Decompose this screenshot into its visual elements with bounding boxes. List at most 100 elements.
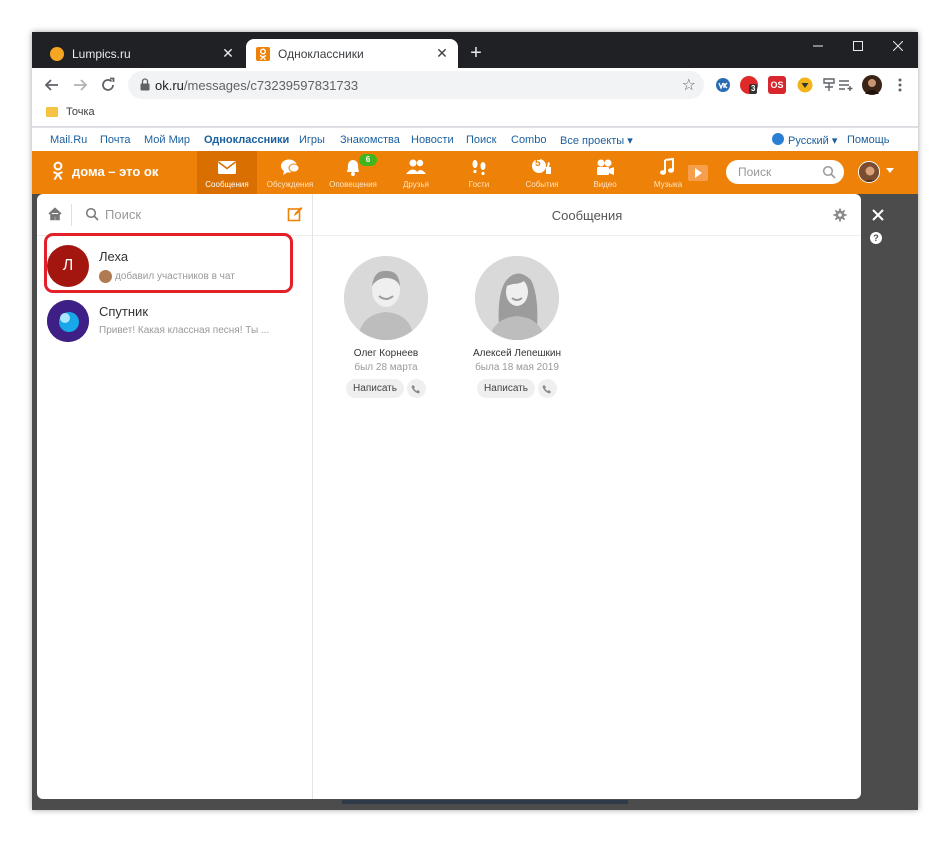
bookmark-star-icon[interactable]: ☆ (682, 75, 696, 95)
nav-label: Обсуждения (266, 180, 314, 189)
nav-notifications[interactable]: 6 Оповещения (323, 151, 383, 194)
address-bar[interactable]: ok.ru/messages/c73239597831733 ☆ (128, 71, 704, 99)
messages-overlay: Поиск Л Леха добавил участников в чат Сп… (32, 194, 918, 810)
contact-name[interactable]: Олег Корнеев (326, 348, 446, 359)
write-message-button[interactable]: Написать (477, 379, 535, 398)
contact-last-seen: был 28 марта (354, 362, 418, 373)
music-icon (660, 157, 674, 175)
reading-list-icon[interactable] (836, 76, 854, 94)
play-button-icon[interactable] (688, 165, 708, 181)
portal-link-news[interactable]: Новости (411, 134, 454, 146)
reload-button[interactable] (96, 73, 120, 97)
sputnik-avatar (47, 300, 89, 342)
nav-guests[interactable]: Гости (449, 151, 509, 194)
close-tab-icon[interactable]: ✕ (434, 45, 450, 62)
contact-last-seen: была 18 мая 2019 (475, 362, 559, 373)
contact-photo-placeholder[interactable] (344, 256, 428, 340)
nav-label: События (525, 180, 559, 189)
footprints-icon (472, 160, 486, 176)
url-path: /messages/c73239597831733 (183, 78, 359, 93)
nav-friends[interactable]: Друзья (386, 151, 446, 194)
close-messages-icon[interactable] (870, 208, 886, 226)
chat-preview-text: Привет! Какая классная песня! Ты ... (99, 325, 270, 336)
folder-icon (46, 107, 58, 117)
user-menu-caret-icon[interactable] (886, 168, 894, 173)
portal-link-ok[interactable]: Одноклассники (204, 134, 289, 146)
back-button[interactable] (40, 73, 64, 97)
nav-label: Друзья (403, 180, 429, 189)
new-tab-button[interactable]: + (464, 42, 488, 66)
nav-label: Гости (468, 180, 490, 189)
vk-extension-icon[interactable] (714, 76, 732, 94)
help-icon[interactable]: ? (870, 232, 882, 244)
portal-link-combo[interactable]: Combo (511, 134, 546, 146)
page-content: Mail.Ru Почта Мой Мир Одноклассники Игры… (32, 128, 918, 810)
search-icon (85, 207, 99, 221)
notifications-badge: 6 (359, 154, 377, 166)
messages-modal: Поиск Л Леха добавил участников в чат Сп… (37, 194, 861, 799)
nav-label: Оповещения (329, 180, 377, 189)
contact-name[interactable]: Алексей Лепешкин (457, 348, 577, 359)
minimize-button[interactable] (798, 36, 838, 60)
portal-link-mailru[interactable]: Mail.Ru (50, 134, 87, 146)
maximize-button[interactable] (838, 36, 878, 60)
tab-title: Lumpics.ru (72, 46, 131, 61)
chat-search-input[interactable]: Поиск (105, 207, 141, 222)
ok-search-placeholder: Поиск (738, 165, 772, 179)
opera-badge-icon[interactable]: 3 (740, 76, 758, 94)
nav-messages[interactable]: Сообщения (197, 151, 257, 194)
bookmark-folder[interactable]: Точка (46, 106, 95, 118)
close-tab-icon[interactable]: ✕ (220, 45, 236, 62)
chat-item-sputnik[interactable]: Спутник Привет! Какая классная песня! Ты… (37, 294, 313, 348)
tab-strip: Lumpics.ru ✕ Одноклассники ✕ + (32, 32, 918, 68)
portal-menu: Mail.Ru Почта Мой Мир Одноклассники Игры… (32, 128, 918, 151)
envelope-icon (218, 161, 236, 174)
profile-avatar[interactable] (862, 75, 882, 95)
ok-favicon-icon (256, 46, 270, 61)
conversation-title: Сообщения (551, 208, 623, 223)
user-avatar[interactable] (858, 161, 880, 183)
chat-list-header: Поиск (37, 194, 313, 236)
nav-label: Сообщения (205, 180, 249, 189)
help-link[interactable]: Помощь (847, 134, 890, 146)
portal-link-mail[interactable]: Почта (100, 134, 131, 146)
forward-button[interactable] (68, 73, 92, 97)
video-icon (597, 159, 614, 175)
tab-lumpics[interactable]: Lumpics.ru ✕ (40, 39, 244, 68)
portal-link-games[interactable]: Игры (299, 134, 325, 146)
contact-card: Олег Корнеев был 28 марта Написать (326, 256, 446, 398)
url-text: ok.ru/messages/c73239597831733 (155, 78, 358, 93)
compose-icon[interactable] (287, 206, 303, 222)
chat-preview: Привет! Какая классная песня! Ты ... (99, 325, 269, 336)
friends-icon (406, 159, 426, 174)
browser-menu-button[interactable] (888, 73, 912, 97)
portal-link-search[interactable]: Поиск (466, 134, 496, 146)
ok-logo[interactable]: дома – это ок (52, 161, 158, 181)
portal-link-dating[interactable]: Знакомства (340, 134, 400, 146)
contact-actions: Написать (326, 379, 446, 398)
nav-video[interactable]: Видео (575, 151, 635, 194)
ok-search-input[interactable]: Поиск (726, 160, 844, 184)
call-button[interactable] (406, 379, 426, 398)
gear-icon[interactable] (833, 208, 847, 222)
globe-icon (772, 133, 784, 145)
home-icon[interactable] (47, 206, 63, 222)
tab-odnoklassniki[interactable]: Одноклассники ✕ (246, 39, 458, 68)
shield-extension-icon[interactable] (796, 76, 814, 94)
browser-window: Lumpics.ru ✕ Одноклассники ✕ + ok.ru/mes… (32, 32, 918, 810)
nav-events[interactable]: 5 События (512, 151, 572, 194)
discussions-icon (281, 159, 300, 175)
os-icon[interactable]: OS (768, 76, 786, 94)
call-button[interactable] (537, 379, 557, 398)
close-window-button[interactable] (878, 36, 918, 60)
portal-link-myworld[interactable]: Мой Мир (144, 134, 190, 146)
portal-link-all-projects[interactable]: Все проекты ▾ (560, 134, 633, 147)
search-icon[interactable] (822, 165, 836, 179)
write-message-button[interactable]: Написать (346, 379, 404, 398)
contact-card: Алексей Лепешкин была 18 мая 2019 Написа… (457, 256, 577, 398)
events-count: 5 (535, 158, 541, 169)
language-selector[interactable]: Русский ▾ (788, 134, 837, 147)
nav-label: Видео (593, 180, 617, 189)
nav-discussions[interactable]: Обсуждения (260, 151, 320, 194)
contact-photo-placeholder[interactable] (475, 256, 559, 340)
